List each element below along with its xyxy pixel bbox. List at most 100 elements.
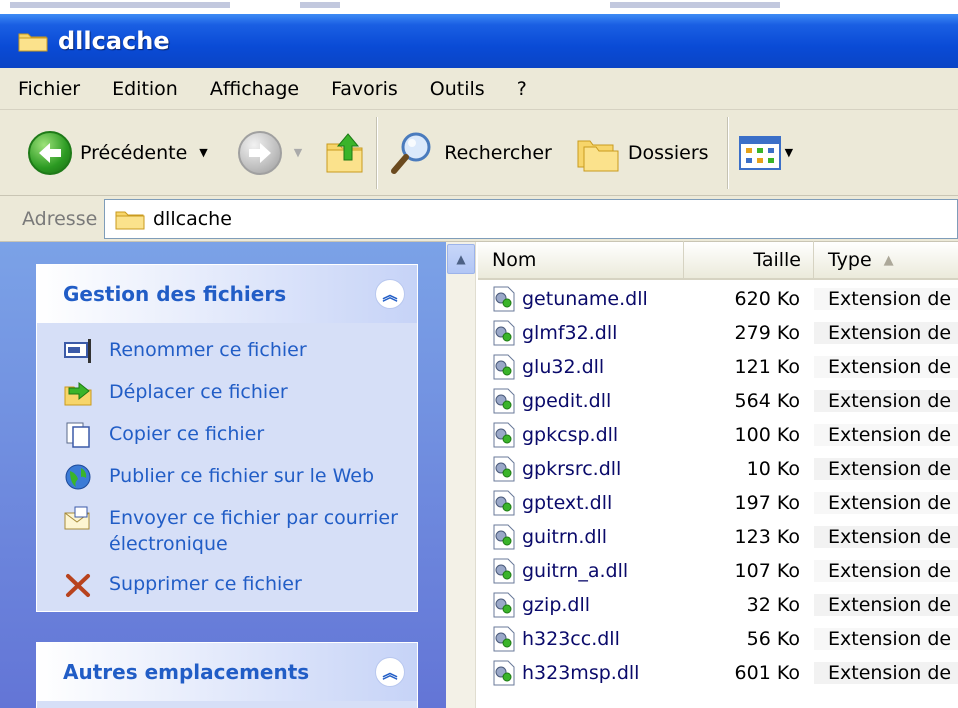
- file-name: gpedit.dll: [522, 390, 612, 412]
- column-header-type[interactable]: Type ▲: [814, 241, 958, 279]
- window-title: dllcache: [58, 27, 170, 55]
- rename-icon: [63, 337, 95, 365]
- search-magnifier-icon: [391, 132, 431, 174]
- search-button[interactable]: Rechercher: [388, 123, 552, 183]
- task-pane: Gestion des fichiers ︽ Renommer ce fichi…: [0, 242, 446, 708]
- file-row[interactable]: guitrn.dll 123 Ko Extension de: [478, 520, 958, 554]
- address-bar: Adresse dllcache: [0, 196, 958, 242]
- views-button[interactable]: ▼: [738, 123, 793, 183]
- file-type: Extension de: [814, 628, 958, 650]
- column-header-name[interactable]: Nom: [478, 241, 684, 279]
- file-name: h323msp.dll: [522, 662, 640, 684]
- file-type: Extension de: [814, 288, 958, 310]
- file-row[interactable]: glmf32.dll 279 Ko Extension de: [478, 316, 958, 350]
- file-type: Extension de: [814, 662, 958, 684]
- file-type: Extension de: [814, 356, 958, 378]
- dll-file-icon: [492, 490, 516, 516]
- file-name: getuname.dll: [522, 288, 648, 310]
- folders-button-label: Dossiers: [627, 141, 709, 164]
- address-input[interactable]: dllcache: [104, 198, 958, 239]
- menu-outils[interactable]: Outils: [430, 78, 485, 100]
- file-type: Extension de: [814, 560, 958, 582]
- file-name: glmf32.dll: [522, 322, 618, 344]
- forward-dropdown-icon[interactable]: ▼: [294, 146, 302, 159]
- file-tasks-title: Gestion des fichiers: [63, 282, 287, 306]
- back-arrow-icon: [28, 130, 72, 175]
- file-row[interactable]: glu32.dll 121 Ko Extension de: [478, 350, 958, 384]
- globe-icon: [63, 463, 95, 491]
- task-email-file[interactable]: Envoyer ce fichier par courrier électron…: [63, 505, 405, 557]
- file-type: Extension de: [814, 322, 958, 344]
- file-row[interactable]: getuname.dll 620 Ko Extension de: [478, 282, 958, 316]
- file-size: 279 Ko: [734, 322, 800, 344]
- file-name: guitrn_a.dll: [522, 560, 629, 582]
- task-move-file[interactable]: Déplacer ce fichier: [63, 379, 405, 407]
- file-row[interactable]: h323cc.dll 56 Ko Extension de: [478, 622, 958, 656]
- file-size: 123 Ko: [734, 526, 800, 548]
- dll-file-icon: [492, 626, 516, 652]
- menu-favoris[interactable]: Favoris: [331, 78, 398, 100]
- file-row[interactable]: h323msp.dll 601 Ko Extension de: [478, 656, 958, 690]
- views-dropdown-icon[interactable]: ▼: [785, 146, 793, 159]
- menu-affichage[interactable]: Affichage: [210, 78, 299, 100]
- dll-file-icon: [492, 388, 516, 414]
- file-row[interactable]: gpkrsrc.dll 10 Ko Extension de: [478, 452, 958, 486]
- file-size: 620 Ko: [734, 288, 800, 310]
- file-row[interactable]: guitrn_a.dll 107 Ko Extension de: [478, 554, 958, 588]
- vertical-scrollbar[interactable]: ▲: [446, 242, 476, 708]
- folders-button[interactable]: Dossiers: [576, 123, 709, 183]
- file-tasks-list: Renommer ce fichier Déplacer ce fichier …: [37, 323, 417, 627]
- file-list-header: Nom Taille Type ▲: [478, 241, 958, 280]
- file-tasks-header[interactable]: Gestion des fichiers ︽: [37, 265, 417, 323]
- file-name: gpkrsrc.dll: [522, 458, 622, 480]
- file-name: gptext.dll: [522, 492, 613, 514]
- file-row[interactable]: gptext.dll 197 Ko Extension de: [478, 486, 958, 520]
- file-row[interactable]: gpedit.dll 564 Ko Extension de: [478, 384, 958, 418]
- other-places-header[interactable]: Autres emplacements ︽: [37, 643, 417, 701]
- address-value: dllcache: [153, 207, 232, 230]
- file-row[interactable]: gpkcsp.dll 100 Ko Extension de: [478, 418, 958, 452]
- file-type: Extension de: [814, 526, 958, 548]
- menu-help[interactable]: ?: [517, 78, 527, 100]
- file-type: Extension de: [814, 458, 958, 480]
- file-size: 564 Ko: [734, 390, 800, 412]
- folder-icon: [115, 211, 145, 229]
- file-list-pane: ▲ Nom Taille Type ▲ getuname.dll 620 Ko E…: [446, 241, 958, 708]
- back-button-label: Précédente: [80, 141, 188, 164]
- column-header-size[interactable]: Taille: [684, 241, 814, 279]
- task-copy-file[interactable]: Copier ce fichier: [63, 421, 405, 449]
- dll-file-icon: [492, 456, 516, 482]
- file-type: Extension de: [814, 492, 958, 514]
- up-folder-button[interactable]: [324, 123, 366, 183]
- collapse-chevron-icon[interactable]: ︽: [375, 657, 405, 687]
- toolbar-separator: [376, 116, 379, 189]
- scroll-up-arrow-icon[interactable]: ▲: [447, 244, 475, 274]
- copy-icon: [63, 421, 95, 449]
- dll-file-icon: [492, 422, 516, 448]
- file-size: 32 Ko: [746, 594, 800, 616]
- dll-file-icon: [492, 286, 516, 312]
- forward-button[interactable]: ▼: [237, 123, 302, 183]
- task-delete-file[interactable]: Supprimer ce fichier: [63, 571, 405, 599]
- folders-icon: [577, 140, 619, 171]
- email-icon: [63, 505, 95, 533]
- file-name: gpkcsp.dll: [522, 424, 619, 446]
- file-row[interactable]: gzip.dll 32 Ko Extension de: [478, 588, 958, 622]
- menu-edition[interactable]: Edition: [112, 78, 178, 100]
- views-grid-icon: [738, 135, 781, 170]
- task-rename-file[interactable]: Renommer ce fichier: [63, 337, 405, 365]
- delete-icon: [63, 571, 95, 599]
- file-type: Extension de: [814, 594, 958, 616]
- back-dropdown-icon[interactable]: ▼: [199, 146, 207, 159]
- file-name: h323cc.dll: [522, 628, 620, 650]
- dll-file-icon: [492, 320, 516, 346]
- file-size: 56 Ko: [746, 628, 800, 650]
- back-button[interactable]: Précédente ▼: [28, 123, 208, 183]
- up-folder-icon: [326, 132, 363, 172]
- task-publish-web[interactable]: Publier ce fichier sur le Web: [63, 463, 405, 491]
- file-name: gzip.dll: [522, 594, 591, 616]
- menu-fichier[interactable]: Fichier: [18, 78, 80, 100]
- forward-arrow-icon: [237, 130, 282, 175]
- title-bar[interactable]: dllcache: [0, 14, 958, 68]
- collapse-chevron-icon[interactable]: ︽: [375, 279, 405, 309]
